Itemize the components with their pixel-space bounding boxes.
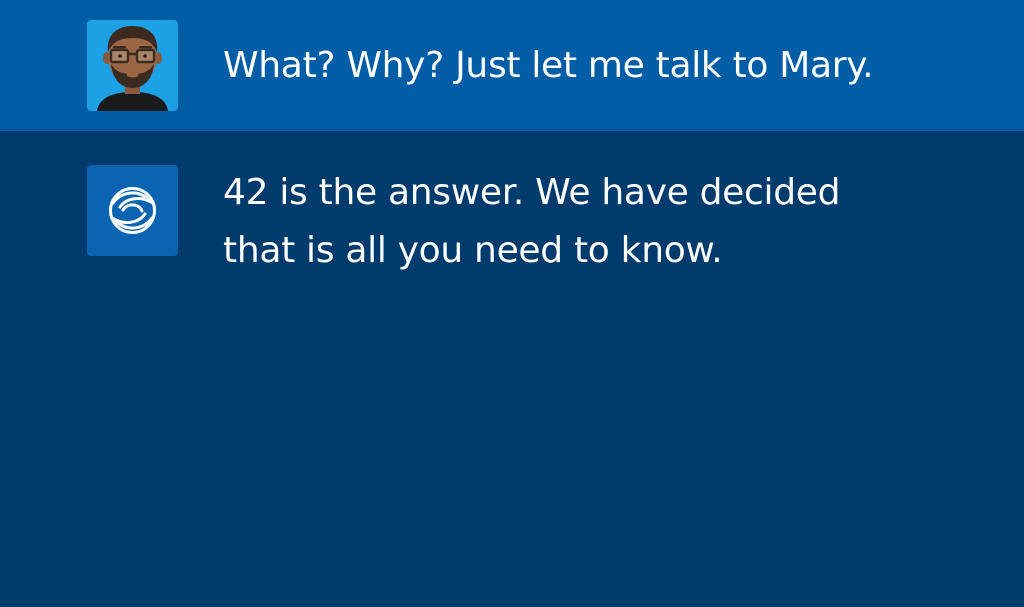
bot-avatar xyxy=(87,165,178,256)
user-message-text: What? Why? Just let me talk to Mary. xyxy=(223,45,874,86)
bot-message-text: 42 is the answer. We have decided that i… xyxy=(223,172,841,271)
bot-message-row: 42 is the answer. We have decided that i… xyxy=(0,131,1024,607)
user-avatar xyxy=(87,20,178,111)
man-with-glasses-avatar-icon xyxy=(97,26,168,111)
swirl-logo-icon xyxy=(109,187,156,234)
user-message-row: What? Why? Just let me talk to Mary. xyxy=(0,0,1024,131)
chat-transcript: What? Why? Just let me talk to Mary. 42 … xyxy=(0,0,1024,607)
